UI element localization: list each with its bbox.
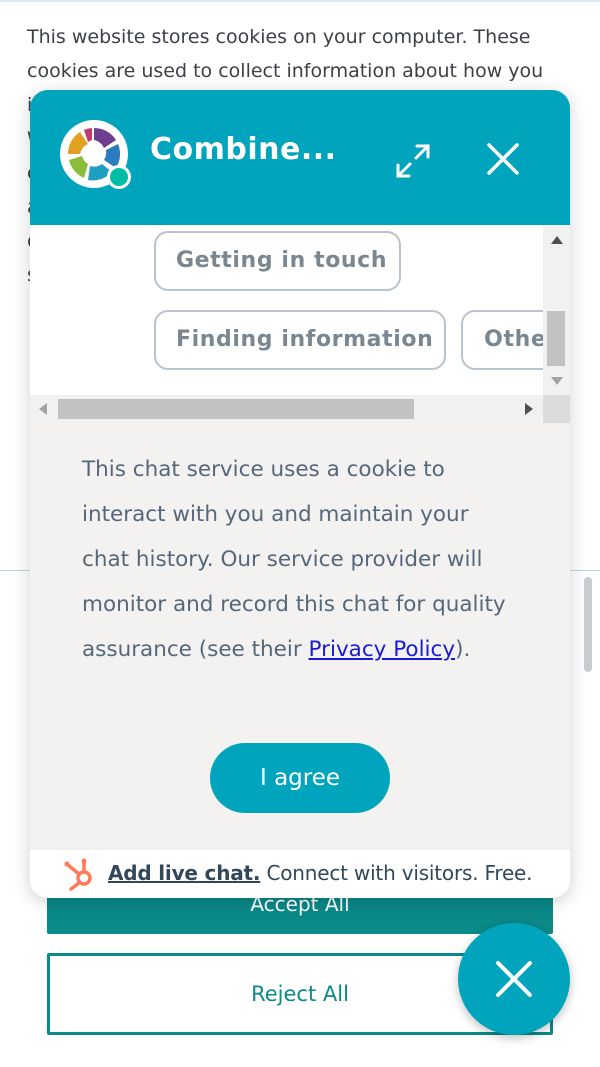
online-status-icon: [107, 165, 131, 189]
close-icon[interactable]: [480, 136, 526, 182]
close-icon: [496, 961, 532, 997]
page-scrollbar[interactable]: [584, 577, 592, 672]
scroll-left-arrow-icon[interactable]: [39, 403, 47, 415]
chat-header: Combine...: [30, 90, 570, 225]
consent-text-before: This chat service uses a cookie to inter…: [82, 457, 506, 662]
i-agree-button[interactable]: I agree: [210, 743, 390, 813]
scrollbar-corner: [543, 395, 570, 423]
option-finding-information[interactable]: Finding information: [154, 310, 446, 370]
scroll-up-arrow-icon[interactable]: [551, 236, 563, 244]
chat-launcher-button[interactable]: [458, 923, 570, 1035]
chat-widget: Combine... Getting in touch Finding info…: [30, 90, 570, 898]
chat-footer: Add live chat. Connect with visitors. Fr…: [30, 850, 570, 898]
option-getting-in-touch[interactable]: Getting in touch: [154, 231, 401, 291]
footer-text: Connect with visitors. Free.: [260, 861, 533, 885]
hubspot-icon: [62, 856, 96, 897]
options-vertical-scrollbar[interactable]: [543, 225, 570, 395]
scroll-down-arrow-icon[interactable]: [551, 377, 563, 385]
privacy-policy-link[interactable]: Privacy Policy: [309, 637, 456, 662]
consent-text-after: ).: [455, 637, 471, 662]
chat-consent-text: This chat service uses a cookie to inter…: [82, 447, 522, 672]
options-horizontal-scroll-thumb[interactable]: [58, 399, 414, 419]
scroll-right-arrow-icon[interactable]: [525, 403, 533, 415]
quick-reply-options: Getting in touch Finding information Oth…: [30, 225, 570, 423]
expand-icon[interactable]: [390, 138, 436, 184]
chat-title: Combine...: [150, 132, 337, 167]
add-live-chat-link[interactable]: Add live chat.: [108, 861, 261, 885]
options-vertical-scroll-thumb[interactable]: [547, 311, 565, 366]
footer-line: Add live chat. Connect with visitors. Fr…: [108, 861, 533, 885]
